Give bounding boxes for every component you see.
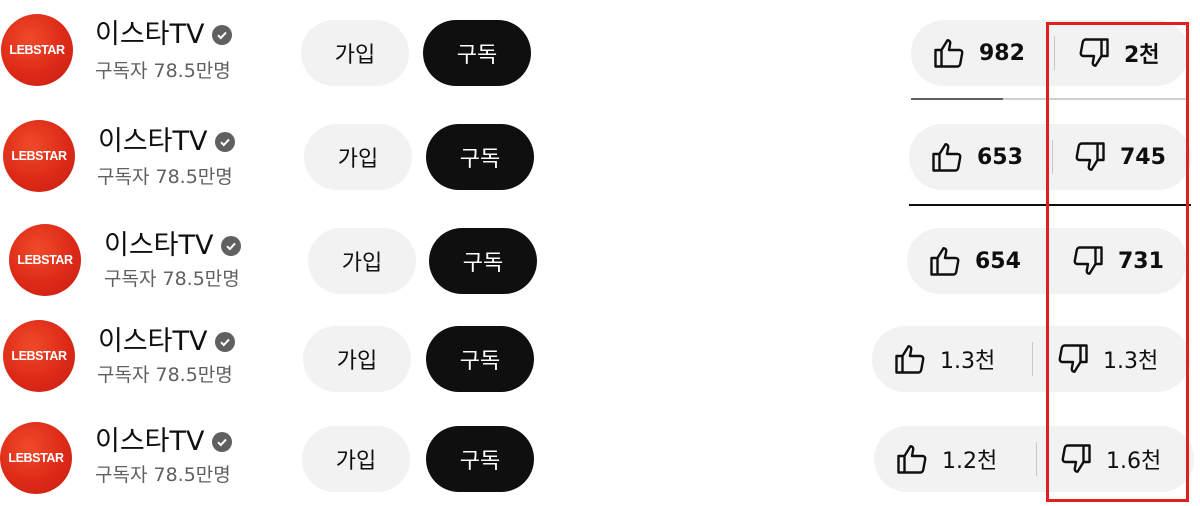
channel-name[interactable]: 이스타TV bbox=[95, 19, 233, 50]
verified-check-icon bbox=[221, 235, 242, 256]
like-dislike-pill: 982 2천 bbox=[911, 20, 1189, 86]
subscribe-button[interactable]: 구독 bbox=[426, 326, 534, 392]
channel-name[interactable]: 이스타TV bbox=[95, 426, 233, 457]
comparison-screenshot: LEBSTAR 이스타TV 구독자 78.5만명 가입 구독 982 2천 LE… bbox=[0, 0, 1200, 506]
channel-avatar[interactable]: LEBSTAR bbox=[3, 320, 75, 392]
channel-avatar[interactable]: LEBSTAR bbox=[9, 224, 81, 296]
like-count: 982 bbox=[979, 40, 1025, 66]
video-action-row: LEBSTAR 이스타TV 구독자 78.5만명 가입 구독 654 731 bbox=[0, 208, 1200, 308]
thumb-up-icon bbox=[895, 345, 925, 374]
like-dislike-pill: 654 731 bbox=[907, 228, 1187, 294]
pill-divider bbox=[1036, 442, 1037, 476]
subscribe-button[interactable]: 구독 bbox=[423, 20, 531, 86]
subscriber-count: 구독자 78.5만명 bbox=[104, 268, 240, 290]
verified-check-icon bbox=[212, 24, 233, 45]
thumb-down-icon bbox=[1061, 444, 1091, 473]
like-count: 653 bbox=[977, 144, 1023, 170]
thumb-up-icon bbox=[932, 143, 962, 172]
thumb-up-icon bbox=[930, 247, 960, 276]
dislike-button[interactable]: 1.3천 bbox=[1055, 326, 1158, 392]
video-action-row: LEBSTAR 이스타TV 구독자 78.5만명 가입 구독 1.2천 1.6천 bbox=[0, 406, 1200, 506]
channel-logo-text: LEBSTAR bbox=[9, 43, 65, 57]
like-dislike-pill: 1.3천 1.3천 bbox=[872, 326, 1190, 392]
verified-check-icon bbox=[212, 431, 233, 452]
sentiment-bar bbox=[911, 98, 1189, 100]
channel-avatar[interactable]: LEBSTAR bbox=[1, 14, 73, 86]
video-action-row: LEBSTAR 이스타TV 구독자 78.5만명 가입 구독 653 745 bbox=[0, 104, 1200, 206]
dislike-count: 745 bbox=[1120, 144, 1166, 170]
video-action-row: LEBSTAR 이스타TV 구독자 78.5만명 가입 구독 1.3천 1.3천 bbox=[0, 306, 1200, 406]
like-count: 1.3천 bbox=[940, 349, 996, 374]
subscriber-count: 구독자 78.5만명 bbox=[97, 166, 233, 188]
channel-name-text: 이스타TV bbox=[95, 426, 205, 457]
dislike-count: 1.6천 bbox=[1106, 449, 1162, 474]
dislike-count: 731 bbox=[1118, 248, 1164, 274]
dislike-count: 2천 bbox=[1124, 43, 1160, 68]
dislike-button[interactable]: 2천 bbox=[1076, 20, 1160, 86]
pill-divider bbox=[1052, 140, 1053, 174]
sentiment-bar-fill bbox=[911, 98, 1003, 100]
join-button[interactable]: 가입 bbox=[303, 326, 411, 392]
join-button[interactable]: 가입 bbox=[301, 20, 409, 86]
subscriber-count: 구독자 78.5만명 bbox=[97, 364, 233, 386]
channel-name-text: 이스타TV bbox=[98, 326, 208, 357]
channel-logo-text: LEBSTAR bbox=[17, 253, 73, 267]
verified-check-icon bbox=[215, 331, 236, 352]
channel-name[interactable]: 이스타TV bbox=[104, 230, 242, 261]
like-count: 654 bbox=[975, 248, 1021, 274]
join-button[interactable]: 가입 bbox=[304, 124, 412, 190]
like-button[interactable]: 982 bbox=[931, 20, 1025, 86]
thumb-down-icon bbox=[1058, 344, 1088, 373]
subscribe-button[interactable]: 구독 bbox=[426, 426, 534, 492]
like-dislike-pill: 1.2천 1.6천 bbox=[874, 426, 1194, 492]
channel-name-text: 이스타TV bbox=[95, 19, 205, 50]
like-button[interactable]: 1.3천 bbox=[892, 326, 995, 392]
subscriber-count: 구독자 78.5만명 bbox=[95, 60, 231, 82]
like-button[interactable]: 653 bbox=[929, 124, 1023, 190]
like-dislike-pill: 653 745 bbox=[909, 124, 1191, 190]
subscriber-count: 구독자 78.5만명 bbox=[95, 464, 231, 486]
channel-name-text: 이스타TV bbox=[98, 126, 208, 157]
thumb-up-icon bbox=[934, 39, 964, 68]
channel-logo-text: LEBSTAR bbox=[11, 149, 67, 163]
channel-avatar[interactable]: LEBSTAR bbox=[0, 422, 72, 494]
sentiment-bar bbox=[909, 204, 1191, 206]
verified-check-icon bbox=[215, 131, 236, 152]
subscribe-button[interactable]: 구독 bbox=[429, 228, 537, 294]
thumb-up-icon bbox=[897, 445, 927, 474]
like-count: 1.2천 bbox=[942, 449, 998, 474]
join-button[interactable]: 가입 bbox=[308, 228, 416, 294]
channel-avatar[interactable]: LEBSTAR bbox=[3, 120, 75, 192]
video-action-row: LEBSTAR 이스타TV 구독자 78.5만명 가입 구독 982 2천 bbox=[0, 0, 1200, 100]
channel-name[interactable]: 이스타TV bbox=[98, 126, 236, 157]
channel-name[interactable]: 이스타TV bbox=[98, 326, 236, 357]
sentiment-bar-fill bbox=[909, 204, 1191, 206]
subscribe-button[interactable]: 구독 bbox=[426, 124, 534, 190]
join-button[interactable]: 가입 bbox=[302, 426, 410, 492]
dislike-button[interactable]: 745 bbox=[1072, 124, 1166, 190]
thumb-down-icon bbox=[1079, 38, 1109, 67]
dislike-button[interactable]: 1.6천 bbox=[1058, 426, 1161, 492]
channel-name-text: 이스타TV bbox=[104, 230, 214, 261]
channel-logo-text: LEBSTAR bbox=[8, 451, 64, 465]
dislike-button[interactable]: 731 bbox=[1070, 228, 1164, 294]
like-button[interactable]: 654 bbox=[927, 228, 1021, 294]
channel-logo-text: LEBSTAR bbox=[11, 349, 67, 363]
like-button[interactable]: 1.2천 bbox=[894, 426, 997, 492]
thumb-down-icon bbox=[1075, 142, 1105, 171]
pill-divider bbox=[1032, 342, 1033, 376]
pill-divider bbox=[1054, 36, 1055, 70]
thumb-down-icon bbox=[1073, 246, 1103, 275]
dislike-count: 1.3천 bbox=[1103, 349, 1159, 374]
